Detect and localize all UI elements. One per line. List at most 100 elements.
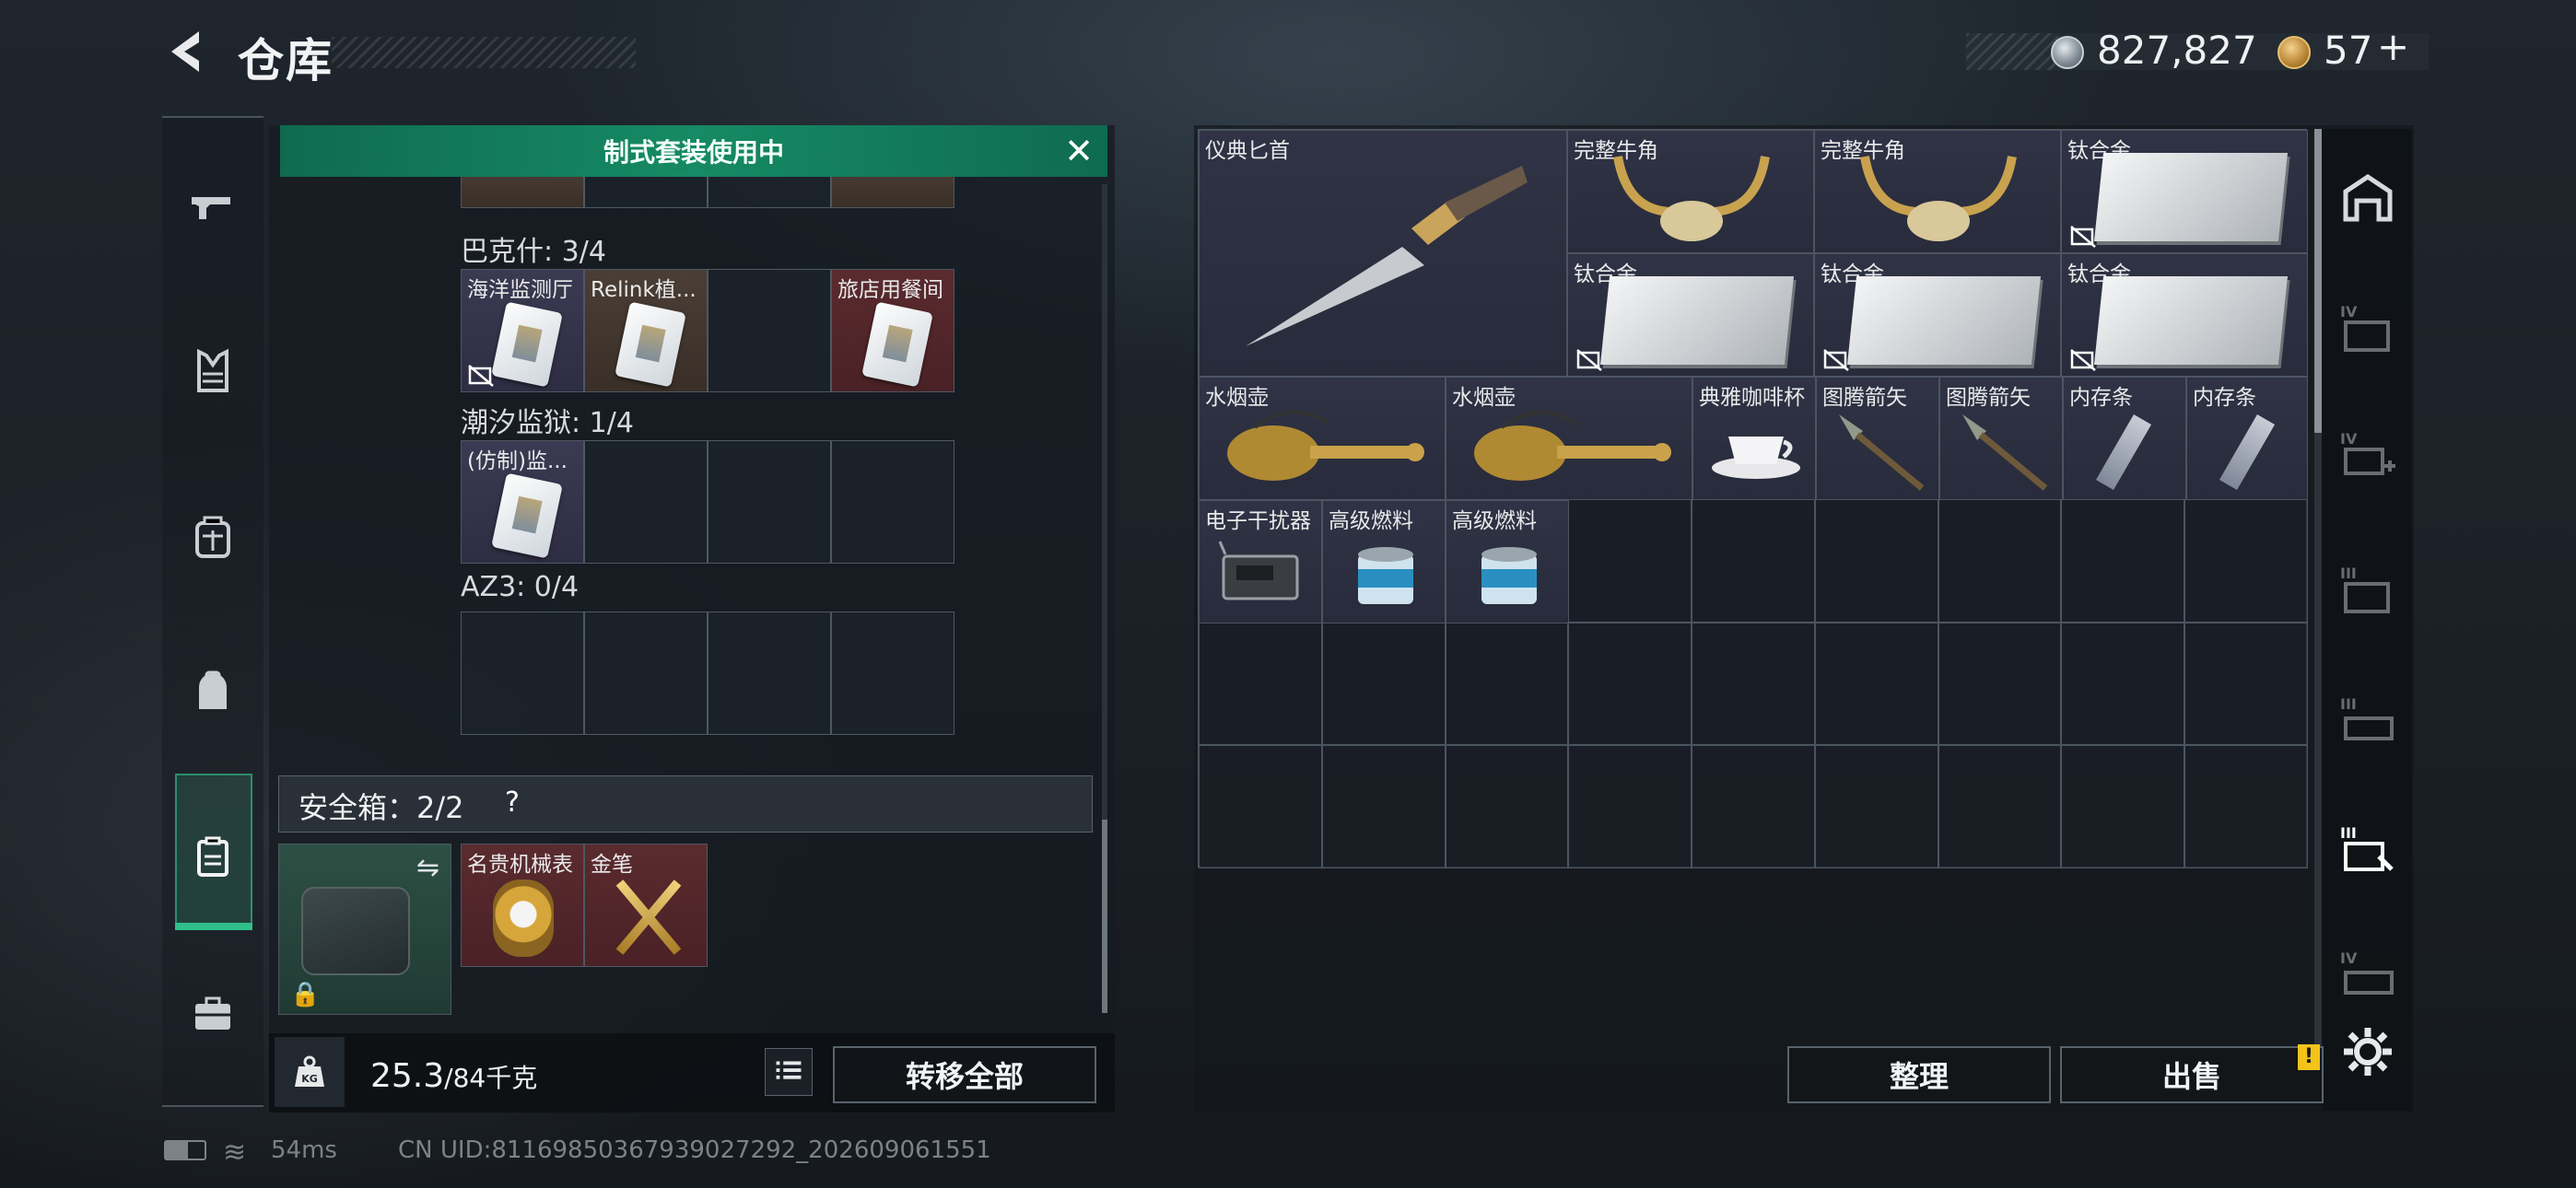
close-icon[interactable]: ✕ xyxy=(1058,133,1100,169)
set-slot[interactable] xyxy=(584,611,708,735)
stash-empty-cell[interactable] xyxy=(2184,499,2308,623)
stash-item[interactable]: 高级燃料 xyxy=(1446,500,1569,623)
safe-box-slot[interactable]: ⇋ 🔒 xyxy=(278,844,451,1015)
stash-empty-cell[interactable] xyxy=(1692,499,1815,623)
set-label: 潮汐监狱: 1/4 xyxy=(461,407,634,439)
stash-page-icon-active[interactable]: III xyxy=(2333,814,2403,884)
nav-toolbox-icon[interactable] xyxy=(181,982,245,1046)
stash-page-icon[interactable]: IV xyxy=(2333,293,2403,363)
stash-empty-cell[interactable] xyxy=(1199,622,1322,746)
gold-currency-amount: 57 xyxy=(2324,28,2373,73)
stash-empty-cell[interactable] xyxy=(2061,499,2185,623)
set-slot[interactable] xyxy=(708,177,831,208)
stash-empty-cell[interactable] xyxy=(1814,622,1938,746)
stash-empty-cell[interactable] xyxy=(1692,745,1815,868)
safe-box-items: 名贵机械表 金笔 xyxy=(461,844,708,967)
safe-case-icon xyxy=(301,887,410,975)
stash-item[interactable]: 高级燃料 xyxy=(1322,500,1446,623)
stash-empty-cell[interactable] xyxy=(1445,622,1569,746)
stash-empty-cell[interactable] xyxy=(2061,622,2185,746)
nav-gun-icon[interactable] xyxy=(181,175,245,239)
stash-item[interactable]: 钛合金 xyxy=(2061,253,2308,377)
stash-home-icon[interactable] xyxy=(2333,162,2403,232)
nav-chest-rig-icon[interactable] xyxy=(181,505,245,569)
stash-item[interactable]: 完整牛角 xyxy=(1814,130,2061,253)
stash-item[interactable]: 仪典匕首 xyxy=(1199,130,1567,377)
set-slot[interactable] xyxy=(461,177,584,208)
stash-scroll-thumb[interactable] xyxy=(2314,129,2322,433)
set-slot[interactable] xyxy=(708,269,831,392)
keycard-icon xyxy=(491,472,563,559)
set-slot[interactable] xyxy=(708,440,831,564)
stash-item[interactable]: 完整牛角 xyxy=(1567,130,1814,253)
stash-item[interactable]: 水烟壶 xyxy=(1446,377,1692,500)
stash-empty-cell[interactable] xyxy=(1938,745,2062,868)
stash-item[interactable]: 图腾箭矢 xyxy=(1816,377,1939,500)
stash-empty-cell[interactable] xyxy=(1568,499,1692,623)
stash-empty-cell[interactable] xyxy=(1321,745,1446,868)
stash-item[interactable]: 图腾箭矢 xyxy=(1939,377,2063,500)
stash-page-icon[interactable]: IV xyxy=(2333,420,2403,490)
stash-empty-cell[interactable] xyxy=(1445,745,1569,868)
item-name: 典雅咖啡杯 xyxy=(1699,386,1805,410)
set-slot[interactable]: 海洋监测厅 xyxy=(461,269,584,392)
stash-empty-cell[interactable] xyxy=(1199,745,1322,868)
list-view-button[interactable] xyxy=(765,1048,813,1096)
stash-empty-cell[interactable] xyxy=(2061,745,2185,868)
settings-gear-icon[interactable] xyxy=(2333,1017,2403,1087)
add-gold-button[interactable]: + xyxy=(2377,24,2409,69)
stash-item[interactable]: 电子干扰器 xyxy=(1199,500,1322,623)
uid-readout: CN UID:8116985036793902729​2_20260906155… xyxy=(398,1136,991,1164)
set-grid: (仿制)监... xyxy=(461,440,954,564)
item-name: 电子干扰器 xyxy=(1205,509,1311,533)
stash-empty-cell[interactable] xyxy=(2184,745,2308,868)
stash-empty-cell[interactable] xyxy=(1814,499,1938,623)
stash-item[interactable]: 水烟壶 xyxy=(1199,377,1446,500)
set-slot[interactable] xyxy=(831,611,954,735)
sort-button[interactable]: 整理 xyxy=(1787,1046,2051,1103)
stash-empty-cell[interactable] xyxy=(1938,499,2062,623)
set-slot[interactable]: 旅店用餐间 xyxy=(831,269,954,392)
stash-item[interactable]: 钛合金 xyxy=(1814,253,2061,377)
stash-grid: 仪典匕首 完整牛角 完整牛角 钛合金 钛合金 钛合金 钛合金 水烟壶 水烟壶 典… xyxy=(1198,129,2308,868)
swap-icon[interactable]: ⇋ xyxy=(416,852,439,884)
transfer-all-button[interactable]: 转移全部 xyxy=(833,1046,1096,1103)
stash-page-icon[interactable]: III xyxy=(2333,554,2403,624)
safe-item-slot[interactable]: 名贵机械表 xyxy=(461,844,584,967)
set-slot[interactable] xyxy=(461,611,584,735)
set-slot[interactable] xyxy=(584,440,708,564)
set-slot[interactable]: Relink植... xyxy=(584,269,708,392)
sell-button[interactable]: 出售 xyxy=(2060,1046,2324,1103)
help-icon[interactable]: ? xyxy=(494,785,531,821)
stash-empty-cell[interactable] xyxy=(2184,622,2308,746)
stash-empty-cell[interactable] xyxy=(1321,622,1446,746)
set-slot[interactable] xyxy=(708,611,831,735)
alert-badge-icon: ! xyxy=(2298,1044,2320,1070)
stash-item[interactable]: 钛合金 xyxy=(2061,130,2308,253)
stash-item[interactable]: 典雅咖啡杯 xyxy=(1692,377,1816,500)
stash-empty-cell[interactable] xyxy=(1568,745,1692,868)
stash-item[interactable]: 钛合金 xyxy=(1567,253,1814,377)
nav-backpack-icon[interactable] xyxy=(181,659,245,724)
stash-empty-cell[interactable] xyxy=(1814,745,1938,868)
set-slot[interactable] xyxy=(831,440,954,564)
stash-empty-cell[interactable] xyxy=(1938,622,2062,746)
stash-item[interactable]: 内存条 xyxy=(2063,377,2186,500)
safe-item-slot[interactable]: 金笔 xyxy=(584,844,708,967)
stash-page-icon[interactable]: IV xyxy=(2333,939,2403,1009)
set-slot[interactable] xyxy=(584,177,708,208)
loadout-scroll-thumb[interactable] xyxy=(1102,820,1107,1013)
set-slot[interactable]: (仿制)监... xyxy=(461,440,584,564)
titanium-ingot-icon xyxy=(1846,276,2042,365)
stash-page-icon[interactable]: III xyxy=(2333,685,2403,755)
stash-empty-cell[interactable] xyxy=(1568,622,1692,746)
stash-empty-cell[interactable] xyxy=(1692,622,1815,746)
nav-armor-icon[interactable] xyxy=(181,339,245,403)
set-slot[interactable] xyxy=(831,177,954,208)
stash-item[interactable]: 内存条 xyxy=(2186,377,2308,500)
svg-text:KG: KG xyxy=(301,1073,318,1085)
set-label: 巴克什: 3/4 xyxy=(461,236,606,268)
nav-safe-box-icon[interactable] xyxy=(181,825,245,890)
gold-coin-icon xyxy=(2277,36,2311,69)
back-arrow-icon[interactable] xyxy=(162,28,208,76)
